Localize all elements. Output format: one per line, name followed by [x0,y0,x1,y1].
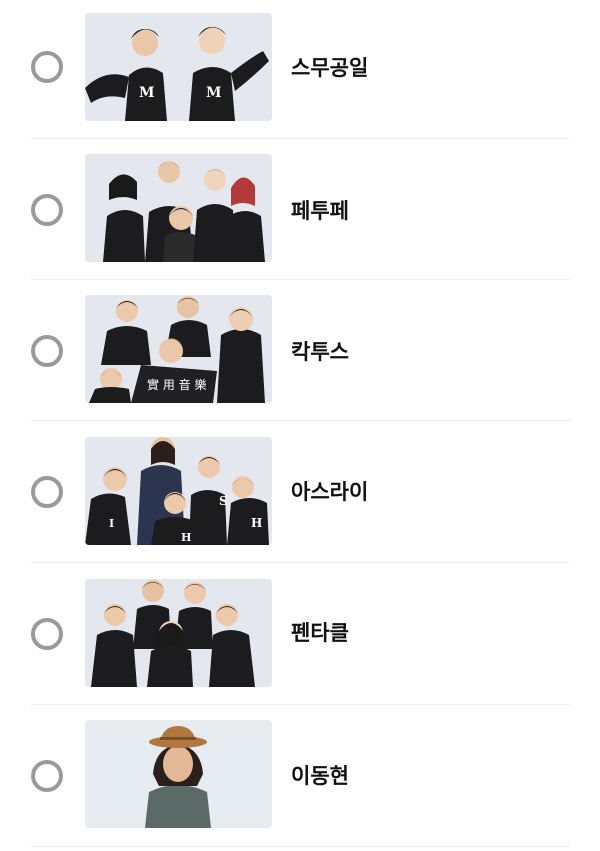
divider [31,846,570,847]
option-row[interactable]: 實 用 音 樂 칵투스 [0,282,600,423]
solo-photo-icon [85,720,272,828]
option-row[interactable]: I S H H 아스라이 [0,423,600,564]
solo-photo-thumbnail [85,720,272,828]
option-row[interactable]: 펜타클 [0,565,600,706]
group-photo-thumbnail: M M [85,13,272,121]
divider [31,420,570,421]
option-label: 아스라이 [291,480,369,504]
group-photo-thumbnail: I S H H [85,437,272,545]
radio-button[interactable] [31,335,63,367]
divider [31,704,570,705]
radio-button[interactable] [31,618,63,650]
option-label: 이동현 [291,764,349,788]
svg-text:實 用 音 樂: 實 用 音 樂 [147,377,206,392]
radio-button[interactable] [31,760,63,792]
svg-text:M: M [139,85,155,101]
divider [31,279,570,280]
vote-option-list: M M 스무공일 페투페 實 用 音 樂 칵투스 I S H H 아스라이 펜타… [0,0,600,851]
group-photo-thumbnail [85,154,272,262]
radio-button[interactable] [31,194,63,226]
option-label: 페투페 [291,199,349,223]
radio-button[interactable] [31,51,63,83]
group-photo-thumbnail [85,579,272,687]
option-row[interactable]: M M 스무공일 [0,0,600,141]
svg-text:I: I [109,517,114,530]
group-photo-icon: M M [85,13,272,121]
radio-button[interactable] [31,476,63,508]
option-label: 펜타클 [291,621,349,645]
group-photo-icon [85,579,272,687]
divider [31,138,570,139]
group-photo-icon [85,154,272,262]
group-photo-icon: I S H H [85,437,272,545]
svg-text:S: S [219,494,228,508]
option-row[interactable]: 페투페 [0,141,600,282]
svg-text:H: H [251,516,262,530]
svg-text:M: M [206,85,222,101]
option-row[interactable]: 이동현 [0,707,600,848]
group-photo-thumbnail: 實 用 音 樂 [85,295,272,403]
group-photo-icon: 實 用 音 樂 [85,295,272,403]
svg-text:H: H [181,531,191,544]
option-label: 칵투스 [291,340,349,364]
divider [31,562,570,563]
option-label: 스무공일 [291,56,369,80]
